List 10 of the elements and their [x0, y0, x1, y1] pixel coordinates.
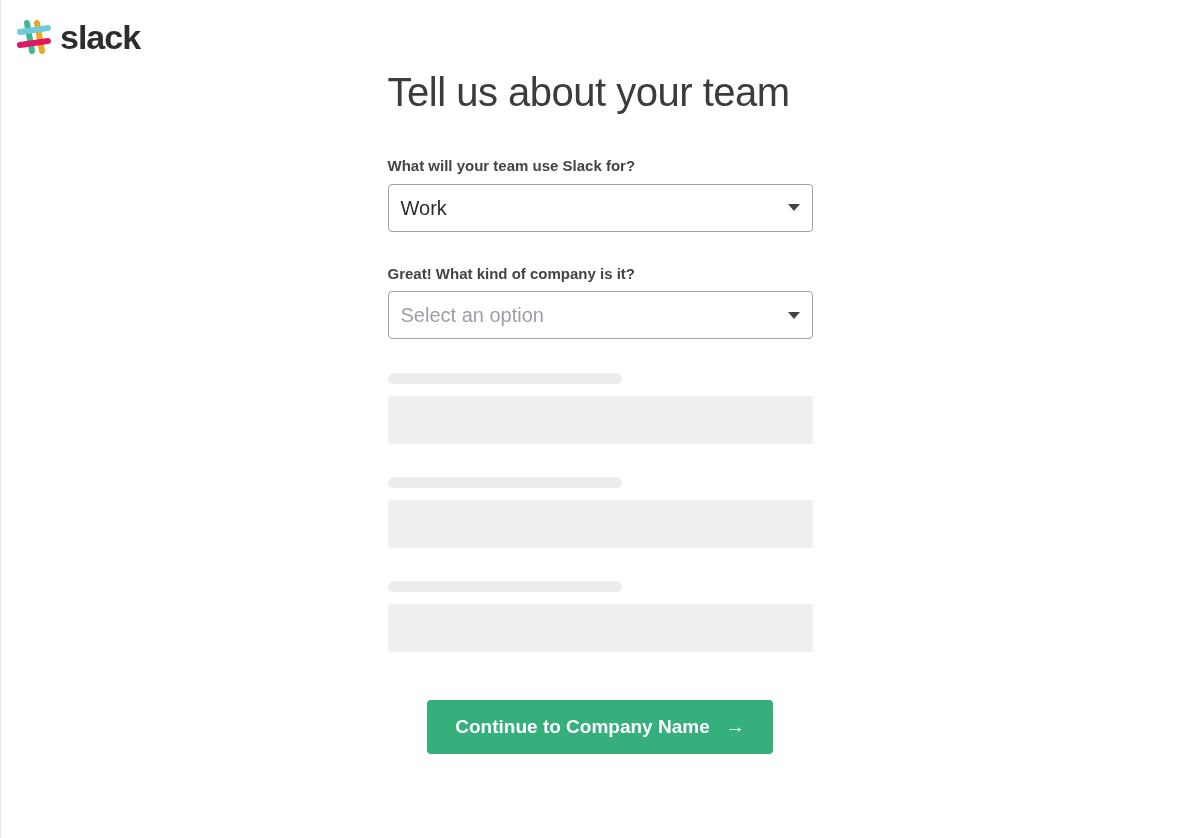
caret-icon	[787, 311, 800, 319]
logo-wordmark: slack	[60, 20, 141, 54]
dropdown-field[interactable]: Work	[387, 183, 813, 232]
continue-button[interactable]: Continue to Company Name →	[427, 700, 773, 754]
field-label: What will your team use Slack for?	[387, 156, 636, 176]
page-title: Tell us about your team	[387, 70, 791, 114]
caret-icon	[787, 204, 800, 211]
dropdown-field[interactable]: Select an option	[387, 291, 813, 339]
logo-icon	[16, 19, 52, 55]
field-label: Great! What kind of company is it?	[387, 263, 636, 284]
